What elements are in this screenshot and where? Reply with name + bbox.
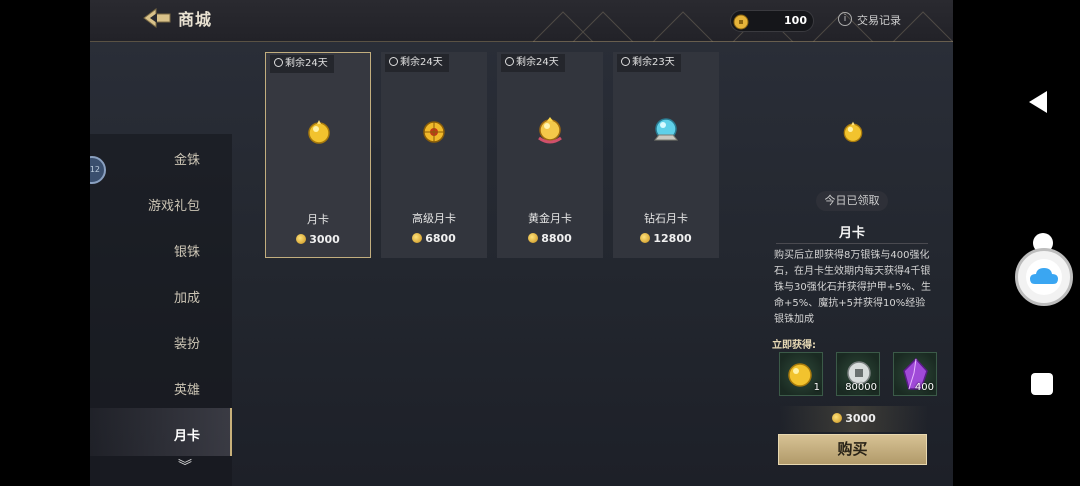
page-title: 商城 — [178, 10, 213, 29]
currency-display[interactable]: 100 — [730, 10, 814, 32]
product-price: 6800 — [381, 232, 487, 245]
diamond-orb-icon — [653, 118, 679, 141]
product-card-diamond-monthly[interactable]: 剩余23天 钻石月卡 12800 — [613, 52, 719, 258]
reward-slot[interactable]: 80000 — [836, 352, 880, 396]
divider — [776, 243, 928, 244]
product-name: 黄金月卡 — [528, 212, 572, 225]
gold-orb-icon — [308, 120, 330, 144]
gold-coin-icon — [733, 14, 749, 30]
claimed-status-badge: 今日已领取 — [816, 191, 888, 211]
product-name: 月卡 — [307, 213, 329, 226]
info-icon[interactable]: i — [838, 12, 852, 26]
trade-record-link[interactable]: 交易记录 — [857, 12, 901, 28]
cloud-icon — [1030, 268, 1058, 284]
top-bar: 商城 100 i 交易记录 — [90, 0, 953, 42]
coin-icon — [296, 234, 307, 244]
gold-ornate-orb-icon — [538, 117, 562, 144]
remaining-days-tag: 剩余24天 — [385, 54, 449, 72]
currency-value: 100 — [784, 14, 807, 27]
product-card-advanced-monthly[interactable]: 剩余24天 高级月卡 6800 — [381, 52, 487, 258]
clock-icon — [274, 58, 283, 67]
remaining-days-tag: 剩余23天 — [617, 54, 681, 72]
clock-icon — [389, 57, 398, 66]
floating-cloud-button[interactable] — [1015, 248, 1073, 306]
remaining-days-tag: 剩余24天 — [270, 55, 334, 73]
system-navigation-bar — [953, 0, 1080, 486]
product-price: 3000 — [266, 233, 370, 246]
sidebar-item-heroes[interactable]: 英雄 — [100, 379, 200, 398]
nav-recents-icon[interactable] — [1031, 373, 1053, 395]
reward-slot[interactable]: 400 — [893, 352, 937, 396]
product-name: 高级月卡 — [412, 212, 456, 225]
coin-icon — [832, 413, 843, 423]
product-card-gold-monthly[interactable]: 剩余24天 黄金月卡 8800 — [497, 52, 603, 258]
product-price: 12800 — [613, 232, 719, 245]
reward-count: 80000 — [845, 382, 877, 393]
coin-icon — [528, 233, 539, 243]
double-chevron-down-icon[interactable]: ︾ — [178, 456, 192, 476]
sidebar-item-cosmetics[interactable]: 装扮 — [100, 333, 200, 352]
reward-count: 1 — [813, 382, 820, 393]
cloud-button-inner — [1026, 259, 1062, 295]
buy-button[interactable]: 购买 — [778, 434, 927, 465]
purchase-price: 3000 — [780, 406, 928, 432]
gold-gem-orb-icon — [423, 121, 445, 143]
coin-icon — [412, 233, 423, 243]
sidebar-item-boost[interactable]: 加成 — [100, 287, 200, 306]
nav-back-icon[interactable] — [1029, 91, 1047, 113]
sidebar-item-gift-packs[interactable]: 游戏礼包 — [100, 195, 200, 214]
category-sidebar: 12 金铢 游戏礼包 银铢 加成 装扮 英雄 月卡 ︾ — [90, 134, 232, 486]
shop-screen: 商城 100 i 交易记录 12 金铢 游戏礼包 银铢 加成 装扮 英雄 月卡 … — [90, 0, 953, 486]
detail-description: 购买后立即获得8万银铢与400强化石，在月卡生效期内每天获得4千银铢与30强化石… — [774, 250, 931, 325]
instant-rewards-label: 立即获得: — [772, 340, 816, 351]
product-name: 钻石月卡 — [644, 212, 688, 225]
sidebar-item-gold[interactable]: 金铢 — [100, 149, 200, 168]
remaining-days-tag: 剩余24天 — [501, 54, 565, 72]
back-arrow-icon[interactable] — [142, 7, 172, 29]
clock-icon — [621, 57, 630, 66]
sidebar-item-monthly-card[interactable]: 月卡 — [100, 425, 200, 444]
gold-orb-icon — [843, 121, 863, 143]
clock-icon — [505, 57, 514, 66]
product-price: 8800 — [497, 232, 603, 245]
sidebar-item-silver[interactable]: 银铢 — [100, 241, 200, 260]
coin-icon — [640, 233, 651, 243]
product-card-monthly[interactable]: 剩余24天 月卡 3000 — [265, 52, 371, 258]
detail-title: 月卡 — [838, 226, 865, 241]
reward-slot[interactable]: 1 — [779, 352, 823, 396]
reward-count: 400 — [914, 382, 934, 393]
